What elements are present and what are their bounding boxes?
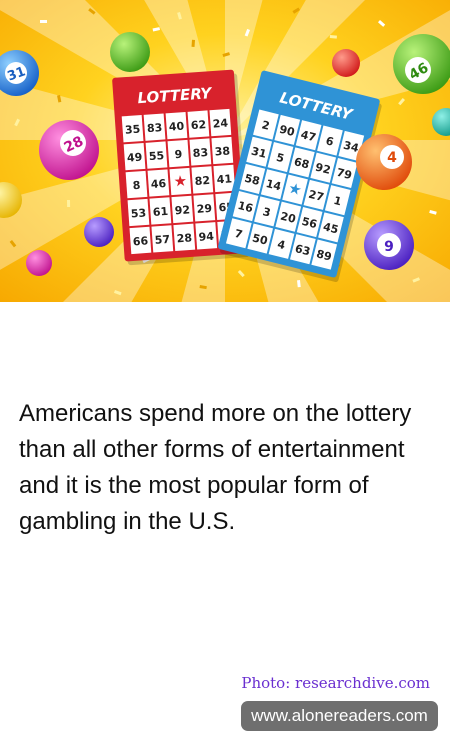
confetti-piece — [67, 200, 71, 208]
confetti-piece — [40, 20, 47, 23]
red-ticket-number: 83 — [147, 121, 163, 135]
website-badge[interactable]: www.alonereaders.com — [241, 701, 438, 731]
ball-4: 4 — [356, 134, 412, 190]
red-ticket-number: 38 — [214, 144, 230, 158]
lottery-hero-image: LOTTERY 35 83 40 62 24 49 55 9 83 38 8 46 ★ 82 41 53 61 92… — [0, 0, 450, 302]
red-ticket-number: 53 — [130, 206, 146, 220]
red-ticket-number: 46 — [150, 177, 167, 191]
red-ticket-number: 24 — [212, 117, 229, 131]
red-ticket-number: 9 — [174, 148, 183, 162]
red-ticket-number: 40 — [168, 120, 185, 134]
red-ticket-number: 28 — [176, 231, 192, 245]
lottery-illustration: LOTTERY35 83 40 62 2449 55 9 83 388 46 ★ 82 4153 61 92… — [0, 0, 450, 302]
pink-ball — [26, 250, 52, 276]
photo-credit: Photo: researchdive.com — [241, 674, 430, 692]
purple-ball — [84, 217, 114, 247]
ball-9-label: 9 — [384, 239, 394, 255]
red-ticket-number: 92 — [174, 203, 190, 217]
red-ticket-number: 62 — [190, 118, 206, 132]
red-ticket-number: 61 — [152, 205, 168, 219]
star-icon: ★ — [173, 172, 188, 191]
ball-28: 28 — [39, 120, 99, 180]
red-ticket-number: 94 — [198, 230, 215, 244]
confetti-piece — [329, 34, 337, 39]
red-ticket-number: 55 — [148, 149, 164, 163]
confetti-piece — [191, 39, 195, 47]
red-ticket-number: 35 — [125, 123, 141, 137]
red-ticket-number: 41 — [216, 172, 232, 186]
red-ticket-number: 49 — [127, 151, 143, 165]
ball-4-label: 4 — [387, 150, 397, 166]
red-ticket-number: 57 — [154, 233, 170, 247]
red-ticket-number: 82 — [194, 174, 210, 188]
red-ticket-number: 83 — [192, 146, 208, 160]
ball-9: 9 — [364, 220, 414, 270]
red-ticket-number: 8 — [132, 179, 141, 193]
red-ticket-number: 66 — [132, 234, 149, 248]
red-ball — [332, 49, 360, 77]
red-ticket-number: 29 — [196, 202, 212, 216]
lottery-fact-text: Americans spend more on the lottery than… — [19, 400, 412, 535]
green-ball — [110, 32, 150, 72]
